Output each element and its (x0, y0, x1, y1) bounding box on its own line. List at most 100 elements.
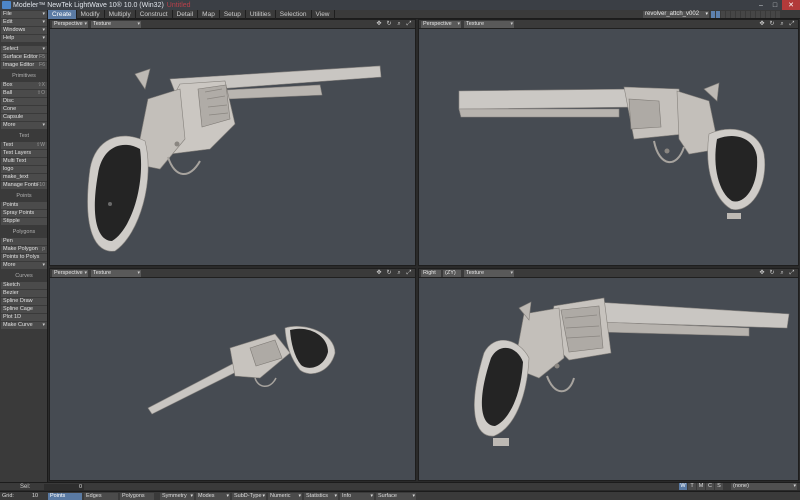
shading-select[interactable]: Texture ▾ (464, 270, 514, 277)
maximize-view-icon[interactable]: ⤢ (788, 21, 796, 28)
viewport-top-right[interactable]: Perspective ▾ Texture ▾ ✥ ↻ ⌕ ⤢ (418, 19, 799, 266)
toolbar-image-editor[interactable]: Image Editor F6 (1, 62, 47, 69)
layer-button[interactable] (756, 11, 760, 18)
toolbar-file[interactable]: File ▾ (1, 11, 47, 18)
layer-button[interactable] (741, 11, 745, 18)
layer-button[interactable] (716, 11, 720, 18)
rotate-view-icon[interactable]: ↻ (768, 270, 776, 277)
view-type-select[interactable]: Right (421, 270, 441, 277)
view-type-select[interactable]: Perspective ▾ (421, 21, 461, 28)
view-type-select[interactable]: Perspective ▾ (52, 270, 88, 277)
shading-select[interactable]: Texture ▾ (91, 21, 141, 28)
toolbar-plot-1d[interactable]: Plot 1D (1, 314, 47, 321)
toolbar-windows[interactable]: Windows ▾ (1, 27, 47, 34)
zoom-view-icon[interactable]: ⌕ (395, 21, 403, 28)
toolbar-sketch[interactable]: Sketch (1, 282, 47, 289)
minimize-button[interactable]: – (754, 0, 768, 10)
viewport-top-left[interactable]: Perspective ▾ Texture ▾ ✥ ↻ ⌕ ⤢ (49, 19, 416, 266)
subd-type-button[interactable]: SubD-Type ▾ (232, 493, 266, 500)
modes-button[interactable]: Modes ▾ (196, 493, 230, 500)
toolbar-logo[interactable]: logo (1, 166, 47, 173)
maximize-view-icon[interactable]: ⤢ (788, 270, 796, 277)
maximize-view-icon[interactable]: ⤢ (405, 21, 413, 28)
shading-select[interactable]: Texture ▾ (91, 270, 141, 277)
toolbar-text[interactable]: Text ⇧W (1, 142, 47, 149)
layer-button[interactable] (726, 11, 730, 18)
toolbar-bezier[interactable]: Bezier (1, 290, 47, 297)
tab-detail[interactable]: Detail (173, 10, 199, 19)
tab-multiply[interactable]: Multiply (105, 10, 136, 19)
toolbar-spline-cage[interactable]: Spline Cage (1, 306, 47, 313)
toolbar-box[interactable]: Box ⇧X (1, 82, 47, 89)
rotate-view-icon[interactable]: ↻ (768, 21, 776, 28)
axis-select[interactable]: (ZY) (443, 270, 461, 277)
numeric-button[interactable]: Numeric ▾ (268, 493, 302, 500)
tab-create[interactable]: Create (48, 10, 77, 19)
toolbar-make-polygon[interactable]: Make Polygon p (1, 246, 47, 253)
toolbar-spline-draw[interactable]: Spline Draw (1, 298, 47, 305)
wtmcs-m[interactable]: M (697, 483, 705, 490)
toolbar-manage-fonts[interactable]: Manage Fonts F10 (1, 182, 47, 189)
tab-selection[interactable]: Selection (276, 10, 312, 19)
toolbar-spray-points[interactable]: Spray Points (1, 210, 47, 217)
toolbar-edit[interactable]: Edit ▾ (1, 19, 47, 26)
wtmcs-c[interactable]: C (706, 483, 714, 490)
wtmcs-w[interactable]: W (679, 483, 687, 490)
viewport-bottom-right[interactable]: Right (ZY) Texture ▾ ✥ ↻ ⌕ ⤢ (418, 268, 799, 481)
maximize-button[interactable]: □ (768, 0, 782, 10)
viewport-bottom-left[interactable]: Perspective ▾ Texture ▾ ✥ ↻ ⌕ ⤢ (49, 268, 416, 481)
layer-button[interactable] (711, 11, 715, 18)
layer-button[interactable] (761, 11, 765, 18)
wtmcs-s[interactable]: S (715, 483, 723, 490)
layer-button[interactable] (736, 11, 740, 18)
wtmcs-t[interactable]: T (688, 483, 696, 490)
zoom-view-icon[interactable]: ⌕ (778, 270, 786, 277)
tab-setup[interactable]: Setup (220, 10, 246, 19)
toolbar-make-text[interactable]: make_text (1, 174, 47, 181)
toolbar-more[interactable]: More ▾ (1, 122, 47, 129)
toolbar-cone[interactable]: Cone (1, 106, 47, 113)
move-view-icon[interactable]: ✥ (758, 270, 766, 277)
layer-button[interactable] (751, 11, 755, 18)
rotate-view-icon[interactable]: ↻ (385, 21, 393, 28)
toolbar-text-layers[interactable]: Text Layers (1, 150, 47, 157)
toolbar-select[interactable]: Select ▾ (1, 46, 47, 53)
zoom-view-icon[interactable]: ⌕ (778, 21, 786, 28)
toolbar-multi-text[interactable]: Multi Text (1, 158, 47, 165)
maximize-view-icon[interactable]: ⤢ (405, 270, 413, 277)
view-type-select[interactable]: Perspective ▾ (52, 21, 88, 28)
current-object-select[interactable]: revolver_attch_v002 ▾ (643, 11, 709, 18)
toolbar-pen[interactable]: Pen (1, 238, 47, 245)
mode-edges[interactable]: Edges (84, 493, 118, 500)
surface-button[interactable]: Surface ▾ (376, 493, 416, 500)
rotate-view-icon[interactable]: ↻ (385, 270, 393, 277)
toolbar-stipple[interactable]: Stipple (1, 218, 47, 225)
move-view-icon[interactable]: ✥ (758, 21, 766, 28)
layer-button[interactable] (731, 11, 735, 18)
toolbar-points[interactable]: Points (1, 202, 47, 209)
toolbar-ball[interactable]: Ball ⇧O (1, 90, 47, 97)
toolbar-make-curve[interactable]: Make Curve ▾ (1, 322, 47, 329)
layer-button[interactable] (771, 11, 775, 18)
toolbar-capsule[interactable]: Capsule (1, 114, 47, 121)
layer-button[interactable] (721, 11, 725, 18)
tab-utilities[interactable]: Utilities (246, 10, 276, 19)
statistics-button[interactable]: Statistics ▾ (304, 493, 338, 500)
toolbar-disc[interactable]: Disc (1, 98, 47, 105)
close-button[interactable]: ✕ (782, 0, 800, 10)
toolbar-surface-editor[interactable]: Surface Editor F5 (1, 54, 47, 61)
toolbar-more[interactable]: More ▾ (1, 262, 47, 269)
layer-button[interactable] (746, 11, 750, 18)
layer-button[interactable] (766, 11, 770, 18)
move-view-icon[interactable]: ✥ (375, 21, 383, 28)
toolbar-points-to-polys[interactable]: Points to Polys (1, 254, 47, 261)
zoom-view-icon[interactable]: ⌕ (395, 270, 403, 277)
toolbar-help[interactable]: Help ▾ (1, 35, 47, 42)
info-button[interactable]: Info ▾ (340, 493, 374, 500)
tab-map[interactable]: Map (198, 10, 220, 19)
mode-polygons[interactable]: Polygons (120, 493, 154, 500)
tab-view[interactable]: View (312, 10, 335, 19)
selection-set-select[interactable]: (none) ▾ (731, 483, 797, 490)
tab-construct[interactable]: Construct (136, 10, 173, 19)
mode-points[interactable]: Points (48, 493, 82, 500)
